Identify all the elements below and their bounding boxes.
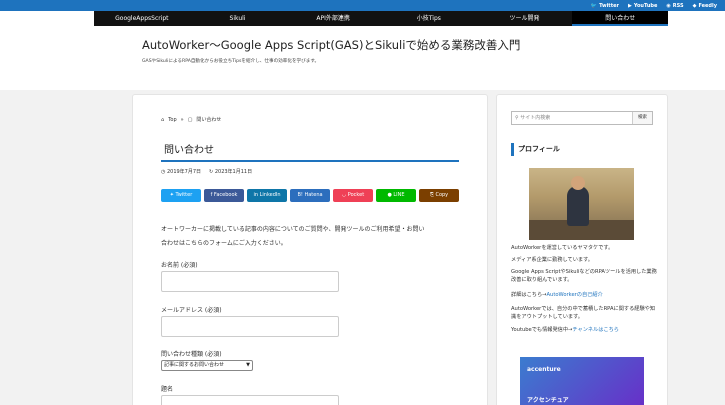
profile-text-2: メディア系企業に勤務しています。 <box>511 257 593 263</box>
nav-item-sikuli[interactable]: Sikuli <box>190 11 286 26</box>
breadcrumb-home[interactable]: Top <box>168 117 176 123</box>
share-buttons: ✦ Twitter f Facebook in LinkedIn B! Hate… <box>161 189 459 202</box>
ad-brand-kana: アクセンチュア <box>527 397 569 404</box>
share-facebook-button[interactable]: f Facebook <box>204 189 244 202</box>
site-description: GASやSikuliによるRPA自動化からお役立ちTipsを紹介し、仕事の効率化… <box>142 59 320 64</box>
social-links: 🐦 Twitter ▶ YouTube ◉ RSS ◆ Feedly <box>591 0 717 11</box>
intro-text: オートワーカーに掲載している記事の内容についてのご質問や、開発ツールのご利用希望… <box>161 226 425 247</box>
youtube-link[interactable]: ▶ YouTube <box>628 3 657 9</box>
global-nav-inner: GoogleAppsScript Sikuli API外部連携 小技Tips ツ… <box>94 11 669 26</box>
nav-item-gas[interactable]: GoogleAppsScript <box>94 11 190 26</box>
profile-photo <box>529 168 634 240</box>
email-label: メールアドレス (必須) <box>161 307 222 314</box>
search-box: ⚲ サイト内検索 検索 <box>511 111 653 125</box>
site-header: AutoWorker〜Google Apps Script(GAS)とSikul… <box>0 26 725 90</box>
profile-text-4: 詳細はこちら→AutoWorkerの自己紹介 <box>511 292 603 298</box>
profile-text-3: Google Apps ScriptやSikuliなどのRPAツールを活用した業… <box>511 269 657 283</box>
share-copy-button[interactable]: ⎘ Copy <box>419 189 459 202</box>
updated-date: ↻ 2023年1月11日 <box>209 169 253 175</box>
youtube-channel-link[interactable]: チャンネルはこちら <box>572 327 619 333</box>
photo-person <box>567 186 589 226</box>
email-field[interactable] <box>161 316 339 337</box>
sidebar: ⚲ サイト内検索 検索 プロフィール AutoWorkerを運営しているヤマタケ… <box>496 94 668 405</box>
breadcrumb: ⌂ Top » ▢ 問い合わせ <box>161 116 222 124</box>
profile-text-5: AutoWorkerでは、自分の中で蓄積したRPAに関する経験や知識をアウトプッ… <box>511 306 656 320</box>
feedly-icon: ◆ <box>692 2 697 9</box>
share-line-button[interactable]: ● LINE <box>376 189 416 202</box>
name-label: お名前 (必須) <box>161 262 198 269</box>
chevron-down-icon: ▼ <box>246 362 250 368</box>
name-field[interactable] <box>161 271 339 292</box>
subject-field[interactable] <box>161 395 339 405</box>
feedly-link[interactable]: ◆ Feedly <box>693 3 717 9</box>
global-nav: GoogleAppsScript Sikuli API外部連携 小技Tips ツ… <box>0 11 725 26</box>
share-hatena-button[interactable]: B! Hatena <box>290 189 330 202</box>
nav-item-tools[interactable]: ツール開発 <box>477 11 573 26</box>
inquiry-type-label: 問い合わせ種類 (必須) <box>161 351 222 358</box>
top-social-bar: 🐦 Twitter ▶ YouTube ◉ RSS ◆ Feedly <box>0 0 725 11</box>
twitter-link[interactable]: 🐦 Twitter <box>591 3 619 9</box>
photo-head <box>571 176 585 190</box>
share-linkedin-button[interactable]: in LinkedIn <box>247 189 287 202</box>
page-title: 問い合わせ <box>161 139 459 162</box>
page-icon: ▢ <box>187 116 193 123</box>
rss-icon: ◉ <box>666 2 671 9</box>
search-input[interactable]: ⚲ サイト内検索 <box>515 112 550 124</box>
profile-heading: プロフィール <box>511 143 653 156</box>
share-twitter-button[interactable]: ✦ Twitter <box>161 189 201 202</box>
nav-item-tips[interactable]: 小技Tips <box>381 11 477 26</box>
profile-text-6: Youtubeでも情報発信中→チャンネルはこちら <box>511 327 619 333</box>
main-content: ⌂ Top » ▢ 問い合わせ 問い合わせ ◷ 2019年7月7日 ↻ 2023… <box>132 94 488 405</box>
site-title[interactable]: AutoWorker〜Google Apps Script(GAS)とSikul… <box>142 37 520 53</box>
subject-label: 題名 <box>161 386 174 393</box>
share-pocket-button[interactable]: ◡ Pocket <box>333 189 373 202</box>
ad-banner[interactable]: accenture アクセンチュア <box>520 357 644 405</box>
inquiry-type-select[interactable]: 記事に関するお問い合わせ ▼ <box>161 360 253 371</box>
post-dates: ◷ 2019年7月7日 ↻ 2023年1月11日 <box>161 168 252 175</box>
breadcrumb-current: 問い合わせ <box>196 117 222 123</box>
published-date: ◷ 2019年7月7日 <box>161 169 202 175</box>
home-icon: ⌂ <box>161 116 165 123</box>
twitter-icon: 🐦 <box>590 2 598 9</box>
self-intro-link[interactable]: AutoWorkerの自己紹介 <box>546 292 602 298</box>
nav-item-api[interactable]: API外部連携 <box>285 11 381 26</box>
nav-item-contact[interactable]: 問い合わせ <box>572 11 669 26</box>
rss-link[interactable]: ◉ RSS <box>666 3 683 9</box>
ad-brand: accenture <box>527 366 561 373</box>
breadcrumb-separator-icon: » <box>180 116 184 123</box>
search-button[interactable]: 検索 <box>632 112 652 124</box>
profile-text-1: AutoWorkerを運営しているヤマタケです。 <box>511 245 614 251</box>
youtube-icon: ▶ <box>627 2 632 9</box>
